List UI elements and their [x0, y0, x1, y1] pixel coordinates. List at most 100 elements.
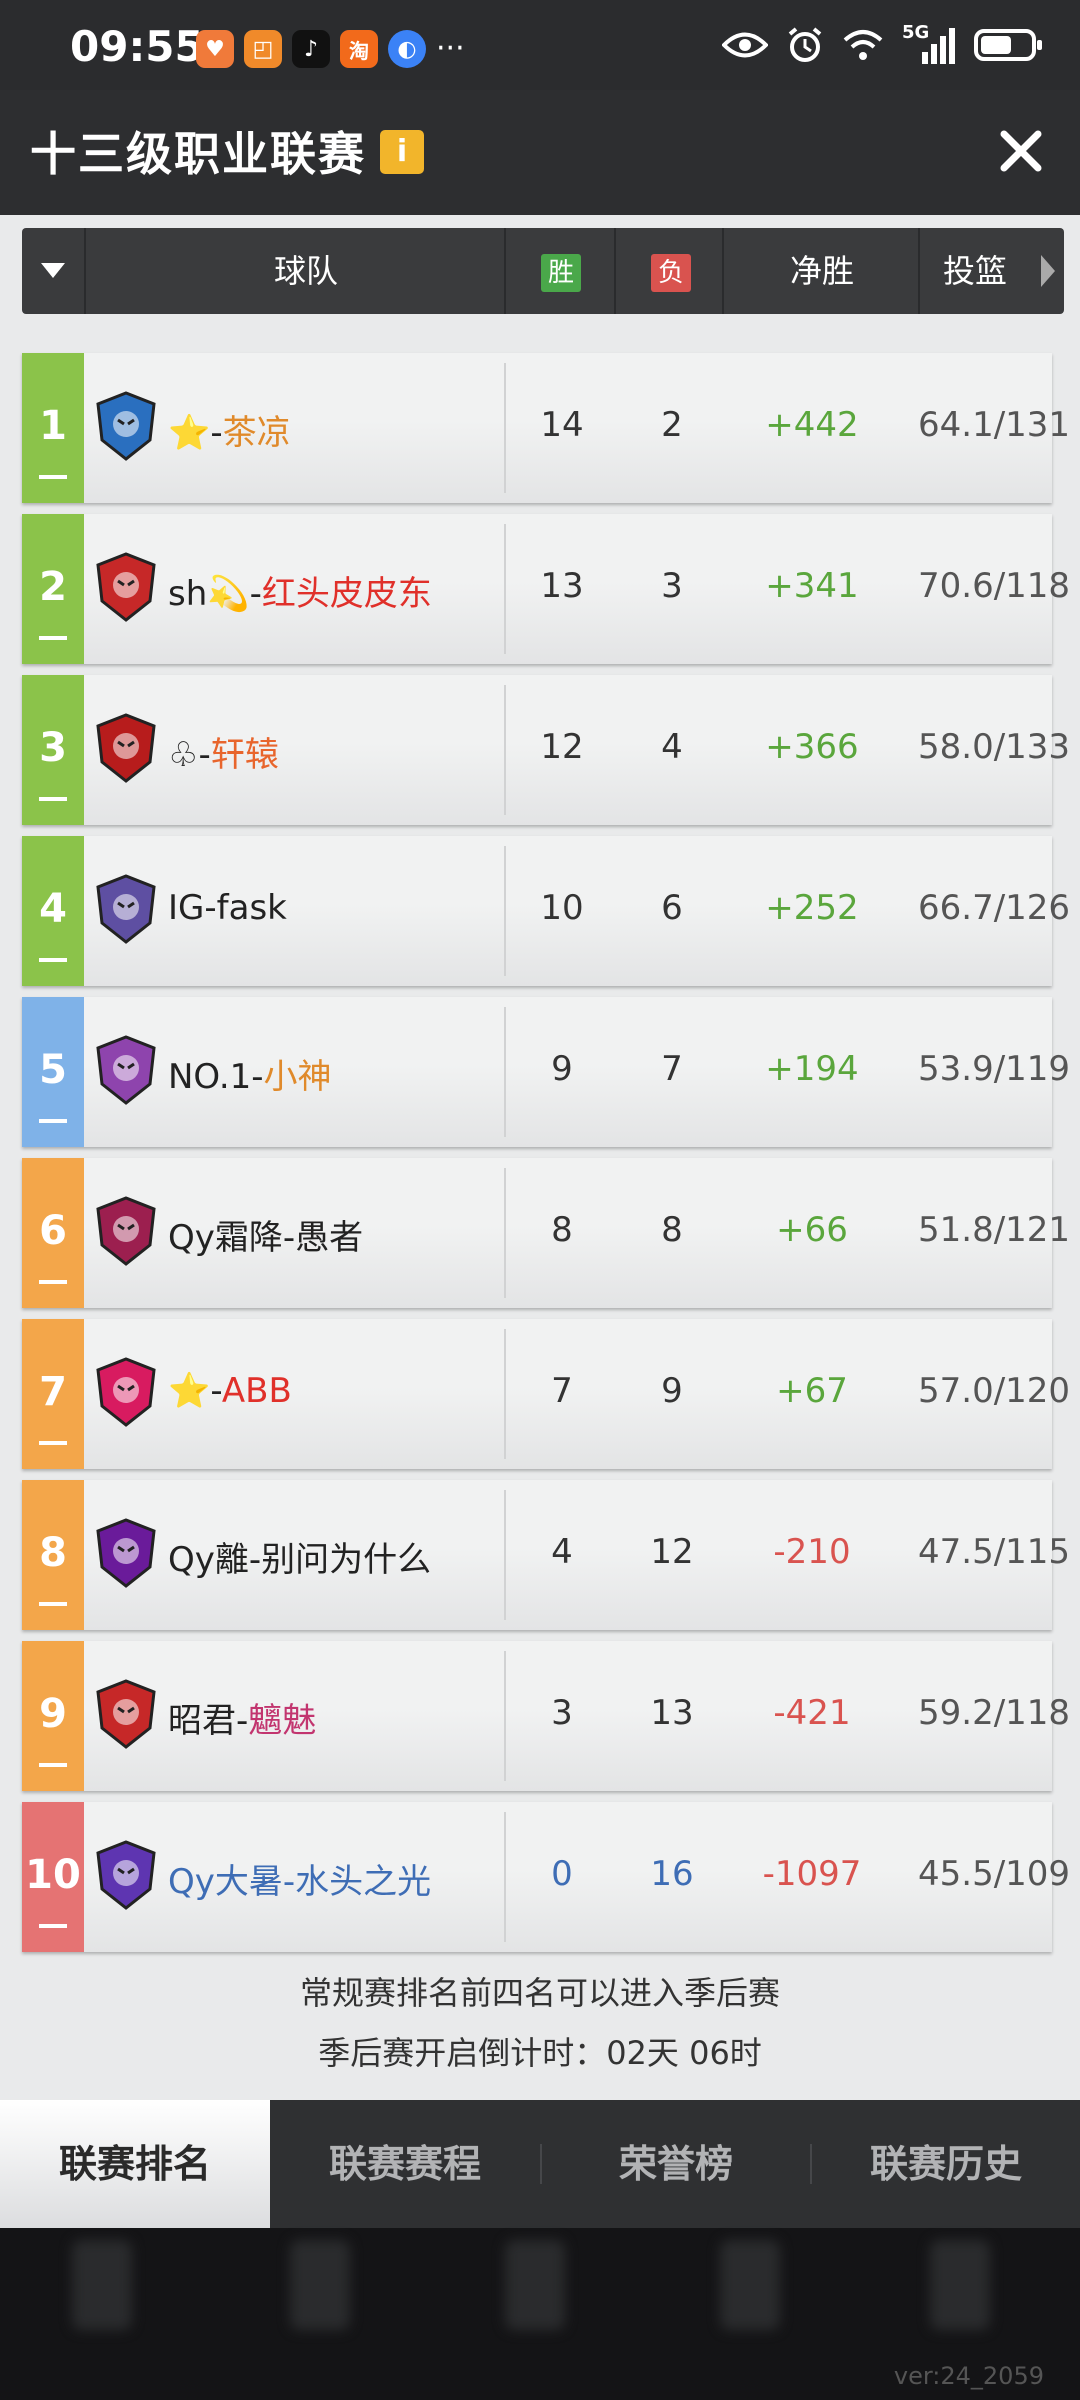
team-name[interactable]: Qy離-别问为什么: [168, 1532, 431, 1581]
tab-honor-board[interactable]: 荣誉榜: [542, 2100, 810, 2228]
player-name: 魑魅: [248, 1701, 317, 1741]
col-net-header[interactable]: 净胜: [724, 228, 920, 314]
browser-icon: ◐: [388, 30, 426, 68]
team-logo-icon[interactable]: [94, 390, 158, 462]
team-separator: -: [282, 1862, 296, 1902]
team-separator: -: [282, 1218, 296, 1258]
sort-dropdown-icon[interactable]: [38, 258, 68, 282]
rank-change-indicator: [39, 1119, 67, 1123]
col-team-header: 球队: [273, 252, 338, 290]
table-row[interactable]: 3 ♧-轩辕 12 4 +366 58.0/133: [22, 675, 1068, 825]
close-icon[interactable]: [990, 120, 1052, 182]
blurred-item: [290, 2240, 350, 2330]
player-name: 水头之光: [295, 1862, 432, 1902]
team-logo-icon[interactable]: [94, 712, 158, 784]
team-name[interactable]: 昭君-魑魅: [168, 1693, 316, 1742]
team-separator: -: [204, 888, 217, 928]
team-logo-icon[interactable]: [94, 1195, 158, 1267]
rank-change-indicator: [39, 475, 67, 479]
table-row[interactable]: 10 Qy大暑-水头之光 0 16 -1097 45.5/109: [22, 1802, 1068, 1952]
losses-value: 12: [650, 1532, 694, 1572]
info-button[interactable]: i: [380, 130, 424, 174]
player-name: fask: [216, 888, 287, 928]
shooting-value: 51.8/121: [918, 1210, 1068, 1250]
player-name: 轩辕: [210, 735, 279, 775]
team-tag: Qy大暑: [168, 1862, 283, 1902]
team-name[interactable]: Qy大暑-水头之光: [168, 1854, 431, 1903]
team-logo-icon[interactable]: [94, 1517, 158, 1589]
col-shooting-header[interactable]: 投篮: [920, 228, 1030, 314]
team-logo-icon[interactable]: [94, 1034, 158, 1106]
rank-number: 4: [39, 886, 67, 932]
wins-value: 8: [551, 1210, 573, 1250]
team-tag: ⭐: [168, 1371, 211, 1411]
rank-number: 10: [25, 1852, 81, 1898]
rank-number: 5: [39, 1047, 67, 1093]
shooting-value: 53.9/119: [918, 1049, 1068, 1089]
shooting-value: 64.1/131: [918, 405, 1068, 445]
rank-badge: 6: [22, 1158, 84, 1308]
player-name: 茶凉: [222, 413, 291, 453]
table-row[interactable]: 9 昭君-魑魅 3 13 -421 59.2/118: [22, 1641, 1068, 1791]
losses-value: 3: [661, 566, 683, 606]
version-label: ver:24_2059: [893, 2362, 1044, 2390]
wins-value: 9: [551, 1049, 573, 1089]
wins-value: 10: [540, 888, 584, 928]
table-row[interactable]: 1 ⭐-茶凉 14 2 +442 64.1/131: [22, 353, 1068, 503]
team-name[interactable]: sh💫-红头皮皮东: [168, 566, 432, 615]
col-loss-header[interactable]: 负: [616, 228, 726, 314]
col-win-header[interactable]: 胜: [506, 228, 616, 314]
team-name[interactable]: Qy霜降-愚者: [168, 1210, 363, 1259]
rank-number: 8: [39, 1530, 67, 1576]
scroll-right-icon[interactable]: [1038, 252, 1058, 290]
tab-league-schedule[interactable]: 联赛赛程: [270, 2100, 540, 2228]
team-logo-icon[interactable]: [94, 1839, 158, 1911]
table-row[interactable]: 8 Qy離-别问为什么 4 12 -210 47.5/115: [22, 1480, 1068, 1630]
team-tag: 昭君: [168, 1701, 236, 1741]
team-separator: -: [236, 1701, 249, 1741]
team-name[interactable]: ⭐-ABB: [168, 1371, 292, 1411]
title-bar: 十三级职业联赛 i: [0, 90, 1080, 215]
page-title: 十三级职业联赛: [30, 127, 366, 181]
notification-icons: ♥ ◰ ♪ 淘 ◐ ···: [196, 30, 465, 68]
playoff-rule-note: 常规赛排名前四名可以进入季后赛: [299, 1974, 780, 2012]
team-name[interactable]: NO.1-小神: [168, 1049, 332, 1098]
wins-value: 7: [551, 1371, 573, 1411]
net-value: +341: [765, 566, 859, 606]
blurred-item: [505, 2240, 565, 2330]
wins-value: 3: [551, 1693, 573, 1733]
table-row[interactable]: 6 Qy霜降-愚者 8 8 +66 51.8/121: [22, 1158, 1068, 1308]
wifi-icon: [843, 30, 883, 60]
table-row[interactable]: 7 ⭐-ABB 7 9 +67 57.0/120: [22, 1319, 1068, 1469]
team-separator: -: [251, 1057, 264, 1097]
team-separator: -: [249, 574, 262, 614]
blurred-item: [930, 2240, 990, 2330]
team-logo-icon[interactable]: [94, 551, 158, 623]
more-notifications-icon: ···: [436, 31, 465, 66]
team-name[interactable]: ♧-轩辕: [168, 727, 279, 776]
tab-league-ranking[interactable]: 联赛排名: [0, 2100, 270, 2228]
shooting-value: 59.2/118: [918, 1693, 1068, 1733]
team-logo-icon[interactable]: [94, 873, 158, 945]
tab-league-history[interactable]: 联赛历史: [812, 2100, 1080, 2228]
status-bar: 09:55 ♥ ◰ ♪ 淘 ◐ ··· 5G: [0, 0, 1080, 90]
rank-number: 3: [39, 725, 67, 771]
team-logo-icon[interactable]: [94, 1356, 158, 1428]
eye-icon: [722, 32, 768, 58]
team-tag: Qy離: [168, 1540, 249, 1580]
wins-value: 0: [551, 1854, 573, 1894]
rank-number: 9: [39, 1691, 67, 1737]
losses-value: 8: [661, 1210, 683, 1250]
signal-icon: 5G: [902, 22, 956, 64]
team-logo-icon[interactable]: [94, 1678, 158, 1750]
table-row[interactable]: 2 sh💫-红头皮皮东 13 3 +341 70.6/118: [22, 514, 1068, 664]
table-row[interactable]: 4 IG-fask 10 6 +252 66.7/126: [22, 836, 1068, 986]
team-name[interactable]: IG-fask: [168, 888, 287, 928]
table-row[interactable]: 5 NO.1-小神 9 7 +194 53.9/119: [22, 997, 1068, 1147]
rank-badge: 5: [22, 997, 84, 1147]
team-name[interactable]: ⭐-茶凉: [168, 405, 291, 454]
team-tag: IG: [168, 888, 205, 928]
shooting-value: 70.6/118: [918, 566, 1068, 606]
team-separator: -: [198, 735, 211, 775]
bottom-tab-bar: 联赛排名 联赛赛程 荣誉榜 联赛历史: [0, 2100, 1080, 2228]
